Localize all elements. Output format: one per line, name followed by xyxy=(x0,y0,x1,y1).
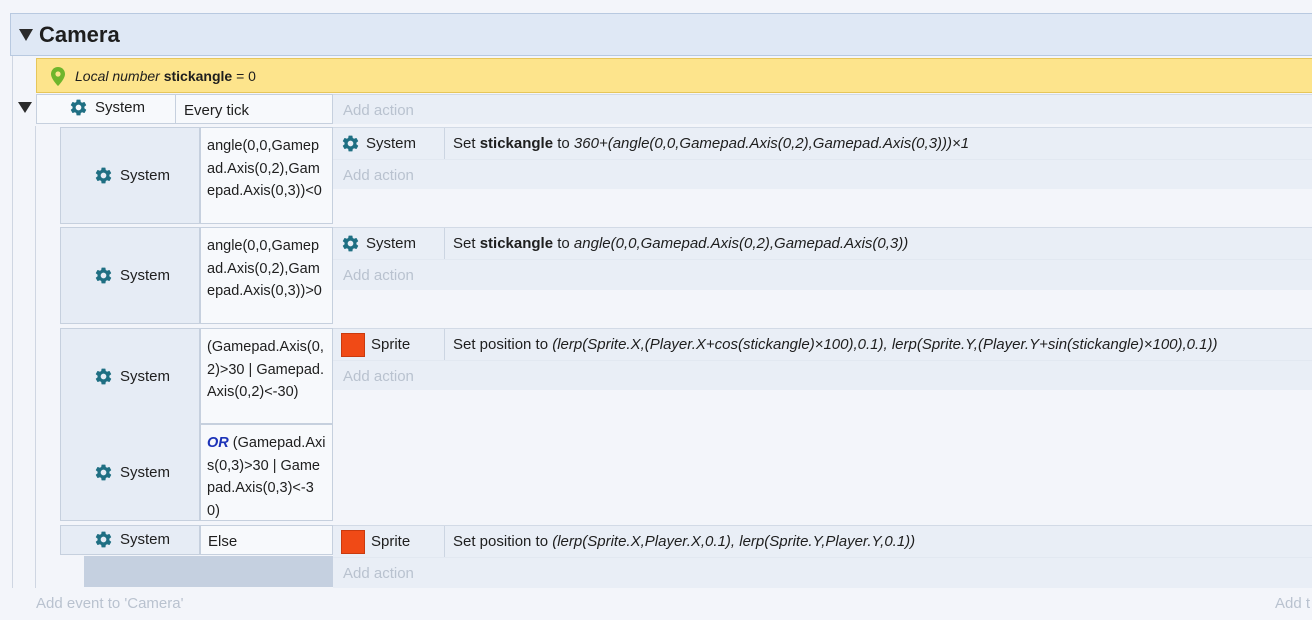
sub-event-actions: Sprite Set position to (lerp(Sprite.X,Pl… xyxy=(333,525,1312,588)
condition-text: (Gamepad.Axis(0,2)>30 | Gamepad.Axis(0,2… xyxy=(207,339,325,400)
condition-text: Every tick xyxy=(184,102,250,119)
sub-event-object-cell[interactable]: System xyxy=(60,127,200,224)
action-object: System xyxy=(333,128,445,159)
object-name: Sprite xyxy=(371,336,411,353)
add-event-link-right[interactable]: Add t xyxy=(1275,595,1310,612)
action-object: System xyxy=(333,228,445,259)
action-verb: Set xyxy=(453,135,476,152)
action-object: Sprite xyxy=(333,329,445,360)
action-row[interactable]: System Set stickangle to 360+(angle(0,0,… xyxy=(333,128,1312,160)
local-variable-value: = 0 xyxy=(236,68,256,84)
action-variable: stickangle xyxy=(479,235,554,252)
tree-guide-line xyxy=(12,56,13,588)
condition-object: System xyxy=(94,166,170,185)
condition-object: System xyxy=(69,98,145,117)
condition-text: OR (Gamepad.Axis(0,3)>30 | Gamepad.Axis(… xyxy=(201,425,332,529)
local-variable-row[interactable]: Local number stickangle = 0 xyxy=(36,58,1312,93)
add-action-link[interactable]: Add action xyxy=(333,95,1312,125)
sprite-icon xyxy=(341,529,365,554)
action-text: Set stickangle to angle(0,0,Gamepad.Axis… xyxy=(445,235,908,252)
action-verb: Set xyxy=(453,235,476,252)
sub-event-condition[interactable]: OR (Gamepad.Axis(0,3)>30 | Gamepad.Axis(… xyxy=(200,424,333,521)
action-to: to xyxy=(557,235,570,252)
sub-event-object-cell[interactable]: System System xyxy=(60,328,200,521)
add-event-link[interactable]: Add event to 'Camera' xyxy=(36,595,183,612)
object-name: System xyxy=(120,167,171,184)
gear-icon xyxy=(341,134,360,153)
add-action-link[interactable]: Add action xyxy=(333,558,1312,588)
gear-icon xyxy=(94,367,113,386)
local-variable-name: stickangle xyxy=(163,68,233,84)
divider xyxy=(175,95,176,123)
event-collapse-icon[interactable] xyxy=(18,102,32,113)
action-row[interactable]: System Set stickangle to angle(0,0,Gamep… xyxy=(333,228,1312,260)
object-name: System xyxy=(120,531,171,548)
event-condition-block[interactable]: System Every tick xyxy=(36,94,333,124)
gear-icon xyxy=(69,98,88,117)
tree-guide-line xyxy=(35,126,36,588)
object-name: System xyxy=(366,235,417,252)
sub-event-actions: Sprite Set position to (lerp(Sprite.X,(P… xyxy=(333,328,1312,390)
object-name: System xyxy=(120,368,171,385)
action-to: to xyxy=(557,135,570,152)
add-action-link[interactable]: Add action xyxy=(333,260,1312,290)
gear-icon xyxy=(341,234,360,253)
sub-event-condition[interactable]: Else xyxy=(200,525,333,555)
gear-icon xyxy=(94,463,113,482)
condition-object: System xyxy=(94,463,170,482)
action-row[interactable]: Sprite Set position to (lerp(Sprite.X,Pl… xyxy=(333,526,1312,558)
sub-event-condition[interactable]: angle(0,0,Gamepad.Axis(0,2),Gamepad.Axis… xyxy=(200,227,333,324)
gear-icon xyxy=(94,530,113,549)
gear-icon xyxy=(94,266,113,285)
action-expression: angle(0,0,Gamepad.Axis(0,2),Gamepad.Axis… xyxy=(573,235,909,252)
action-expression: (lerp(Sprite.X,(Player.X+cos(stickangle)… xyxy=(552,336,1218,353)
sub-event-object-cell[interactable]: System xyxy=(60,525,200,555)
sub-event-object-cell[interactable]: System xyxy=(60,227,200,324)
action-verb: Set position to xyxy=(453,336,549,353)
group-title: Camera xyxy=(39,22,120,47)
collapse-triangle-icon[interactable] xyxy=(19,29,33,41)
sprite-icon xyxy=(341,332,365,357)
action-object: Sprite xyxy=(333,526,445,557)
event-actions: Add action xyxy=(333,94,1312,124)
local-variable-type: Local number xyxy=(75,68,160,84)
object-name: System xyxy=(366,135,417,152)
object-name: Sprite xyxy=(371,533,411,550)
action-variable: stickangle xyxy=(479,135,554,152)
or-label: OR xyxy=(207,435,229,451)
object-name: System xyxy=(120,267,171,284)
location-pin-icon xyxy=(51,67,65,86)
action-expression: (lerp(Sprite.X,Player.X,0.1), lerp(Sprit… xyxy=(552,533,916,550)
gear-icon xyxy=(94,166,113,185)
action-verb: Set position to xyxy=(453,533,549,550)
add-action-link[interactable]: Add action xyxy=(333,160,1312,190)
action-text: Set position to (lerp(Sprite.X,Player.X,… xyxy=(445,533,915,550)
local-variable-text: Local number stickangle = 0 xyxy=(75,68,256,84)
group-header[interactable]: Camera xyxy=(10,13,1312,56)
object-name: System xyxy=(120,464,171,481)
sub-event-actions: System Set stickangle to angle(0,0,Gamep… xyxy=(333,227,1312,290)
object-name: System xyxy=(95,99,146,116)
condition-text: Else xyxy=(208,533,238,550)
sub-event-condition[interactable]: angle(0,0,Gamepad.Axis(0,2),Gamepad.Axis… xyxy=(200,127,333,224)
action-row[interactable]: Sprite Set position to (lerp(Sprite.X,(P… xyxy=(333,329,1312,361)
action-expression: 360+(angle(0,0,Gamepad.Axis(0,2),Gamepad… xyxy=(573,135,970,152)
condition-object: System xyxy=(94,530,170,549)
condition-object: System xyxy=(94,266,170,285)
condition-text: angle(0,0,Gamepad.Axis(0,2),Gamepad.Axis… xyxy=(207,138,322,199)
condition-text: angle(0,0,Gamepad.Axis(0,2),Gamepad.Axis… xyxy=(207,238,322,299)
condition-object: System xyxy=(94,367,170,386)
sub-event-condition[interactable]: (Gamepad.Axis(0,2)>30 | Gamepad.Axis(0,2… xyxy=(200,328,333,424)
action-text: Set position to (lerp(Sprite.X,(Player.X… xyxy=(445,336,1218,353)
sub-event-actions: System Set stickangle to 360+(angle(0,0,… xyxy=(333,127,1312,189)
action-text: Set stickangle to 360+(angle(0,0,Gamepad… xyxy=(445,135,969,152)
add-action-link[interactable]: Add action xyxy=(333,361,1312,391)
sub-event-footer-block xyxy=(84,556,333,587)
